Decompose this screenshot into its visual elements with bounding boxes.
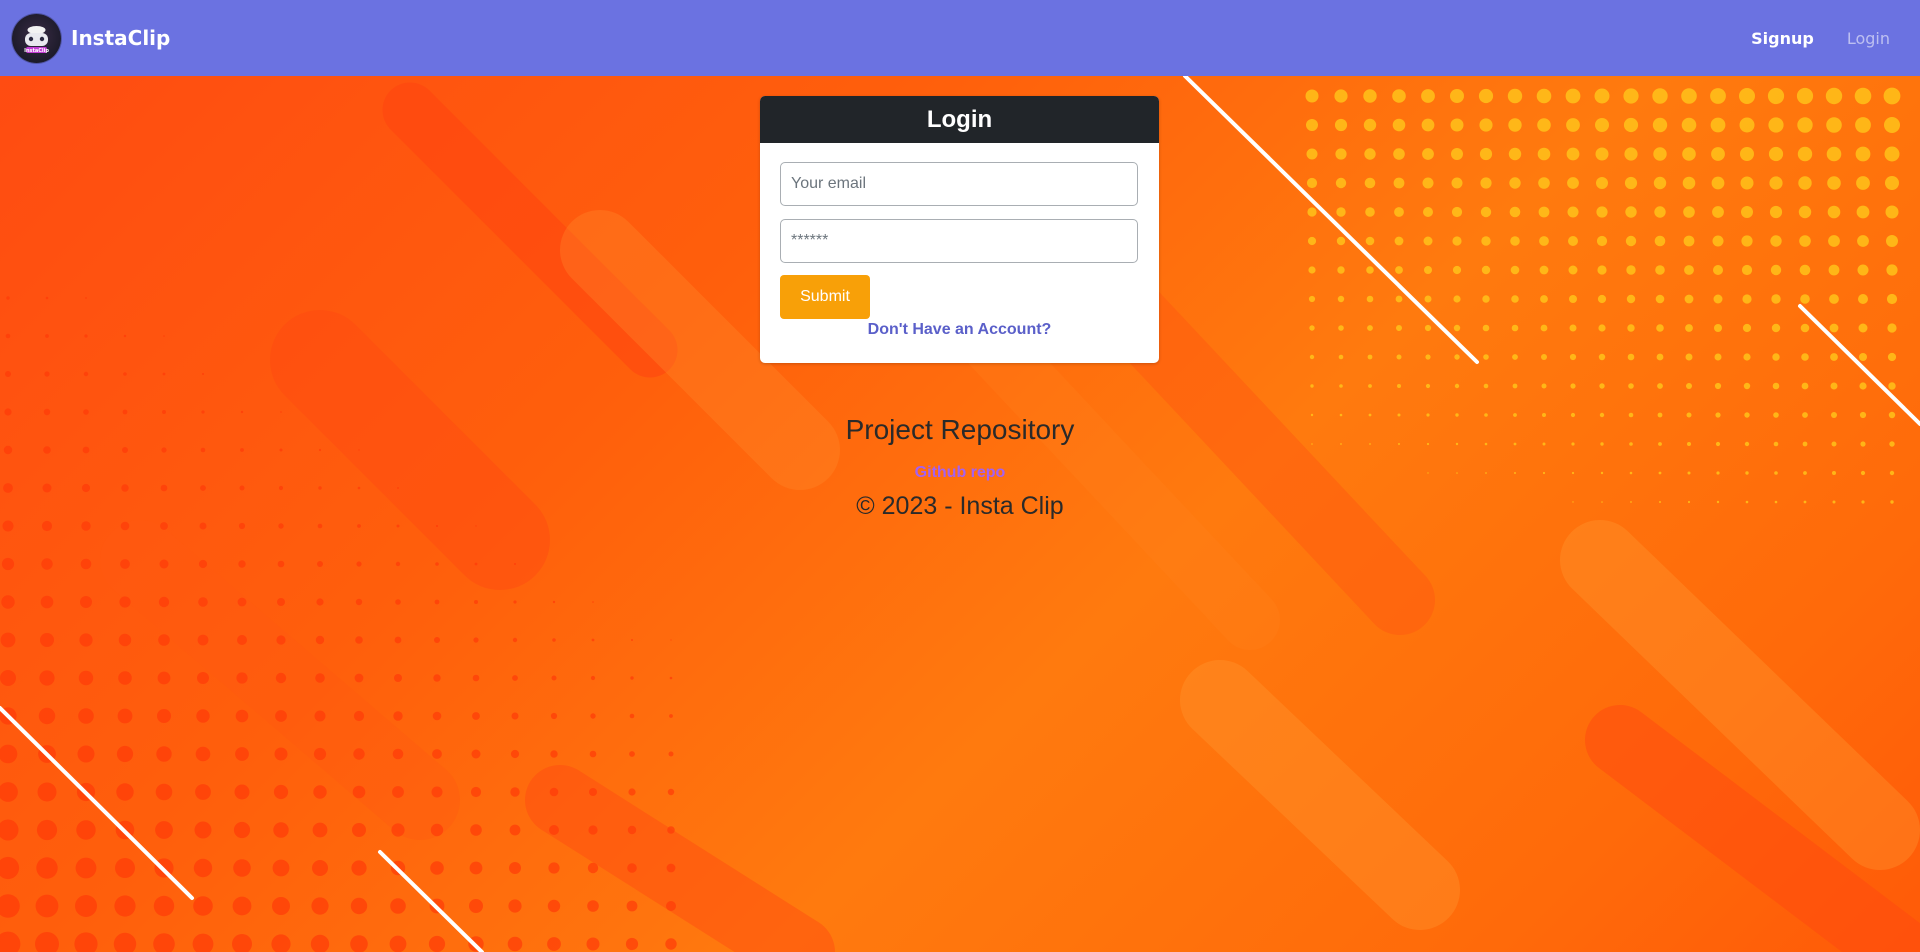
footer: Project Repository Github repo © 2023 - … — [0, 410, 1920, 521]
password-input[interactable] — [780, 219, 1138, 263]
submit-button[interactable]: Submit — [780, 275, 870, 319]
project-repository-heading: Project Repository — [845, 414, 1075, 445]
nav-links: Signup Login — [1751, 0, 1890, 76]
brand-name: InstaClip — [71, 26, 171, 50]
login-title: Login — [760, 96, 1159, 143]
github-repo-link[interactable]: Github repo — [915, 464, 1006, 482]
brand-link[interactable]: InstaClip InstaClip — [12, 12, 170, 64]
nav-signup-link[interactable]: Signup — [1751, 29, 1814, 48]
login-card: Login Submit Don't Have an Account? — [760, 96, 1159, 363]
svg-text:InstaClip: InstaClip — [24, 48, 49, 54]
signup-prompt-link[interactable]: Don't Have an Account? — [760, 321, 1159, 339]
top-navbar: InstaClip InstaClip Signup Login — [0, 0, 1920, 76]
nav-login-link[interactable]: Login — [1847, 29, 1890, 48]
copyright-text: © 2023 - Insta Clip — [856, 492, 1064, 520]
email-input[interactable] — [780, 162, 1138, 206]
instaclip-logo-icon: InstaClip — [12, 13, 61, 63]
